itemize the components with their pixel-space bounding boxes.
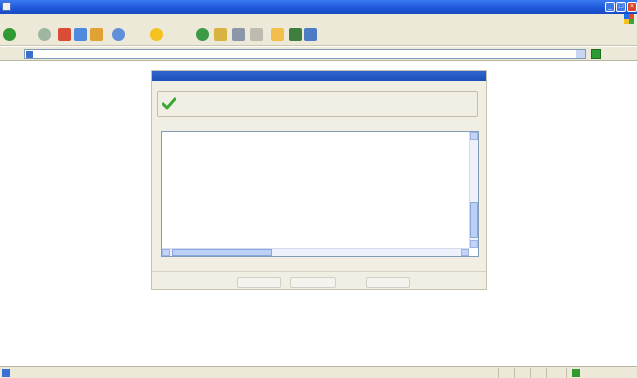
edit-button[interactable] <box>250 27 263 41</box>
status-divider <box>546 368 547 378</box>
install-log-textarea[interactable] <box>161 131 479 257</box>
refresh-button[interactable] <box>74 27 87 41</box>
search-button[interactable] <box>112 27 127 41</box>
windows-logo-icon <box>624 14 634 24</box>
forward-button[interactable] <box>38 27 51 41</box>
messenger-button[interactable] <box>289 27 302 41</box>
status-group <box>157 91 478 117</box>
log-vertical-scrollbar[interactable] <box>469 132 478 248</box>
home-icon <box>90 27 103 41</box>
status-divider <box>530 368 531 378</box>
log-horizontal-scrollbar[interactable] <box>162 248 469 256</box>
history-button[interactable] <box>196 27 209 41</box>
address-input[interactable] <box>24 49 586 59</box>
browser-toolbar <box>0 24 637 46</box>
go-arrow-icon <box>591 49 601 59</box>
scroll-down-arrow-icon[interactable] <box>470 240 478 248</box>
home-button[interactable] <box>90 27 103 41</box>
ie-app-icon <box>2 2 11 11</box>
cancel-button[interactable] <box>366 277 410 288</box>
wizard-header <box>152 71 486 81</box>
minimize-button[interactable]: _ <box>605 2 615 12</box>
maximize-button[interactable]: □ <box>616 2 626 12</box>
print-button[interactable] <box>232 27 245 41</box>
back-wizard-button[interactable] <box>237 277 281 288</box>
mail-button[interactable] <box>214 27 227 41</box>
address-bar <box>0 47 637 61</box>
log-lines <box>162 132 470 250</box>
history-icon <box>196 27 209 41</box>
edit-icon <box>250 27 263 41</box>
favorites-button[interactable] <box>150 27 165 41</box>
wizard-dialog <box>151 70 487 290</box>
refresh-icon <box>74 27 87 41</box>
back-button[interactable] <box>3 27 18 41</box>
browser-status-bar <box>0 366 637 378</box>
status-divider <box>498 368 499 378</box>
status-divider <box>566 368 567 378</box>
search-icon <box>112 27 125 41</box>
research-button[interactable] <box>304 27 317 41</box>
wizard-button-row <box>152 271 486 288</box>
page-icon <box>26 51 33 58</box>
folder-icon <box>271 27 284 41</box>
status-divider <box>514 368 515 378</box>
forward-arrow-icon <box>38 27 51 41</box>
research-icon <box>304 27 317 41</box>
mail-icon <box>214 27 227 41</box>
success-check-icon <box>162 97 176 110</box>
vertical-scroll-thumb[interactable] <box>470 202 478 238</box>
stop-icon <box>58 27 71 41</box>
scroll-up-arrow-icon[interactable] <box>470 132 478 140</box>
stop-button[interactable] <box>58 27 71 41</box>
scroll-right-arrow-icon[interactable] <box>461 249 469 256</box>
scroll-left-arrow-icon[interactable] <box>162 249 170 256</box>
close-window-button[interactable]: × <box>627 2 637 12</box>
browser-title-bar: _ □ × <box>0 0 637 14</box>
finish-button[interactable] <box>290 277 336 288</box>
back-arrow-icon <box>3 27 16 41</box>
print-icon <box>232 27 245 41</box>
page-content <box>0 62 637 366</box>
messenger-icon <box>289 27 302 41</box>
menu-bar <box>0 14 637 24</box>
internet-zone-icon <box>572 369 580 377</box>
folder-button[interactable] <box>271 27 284 41</box>
favorites-star-icon <box>150 27 163 41</box>
horizontal-scroll-thumb[interactable] <box>172 249 272 256</box>
go-button[interactable] <box>591 48 603 60</box>
page-status-icon <box>2 369 10 377</box>
address-dropdown-button[interactable] <box>576 50 585 58</box>
